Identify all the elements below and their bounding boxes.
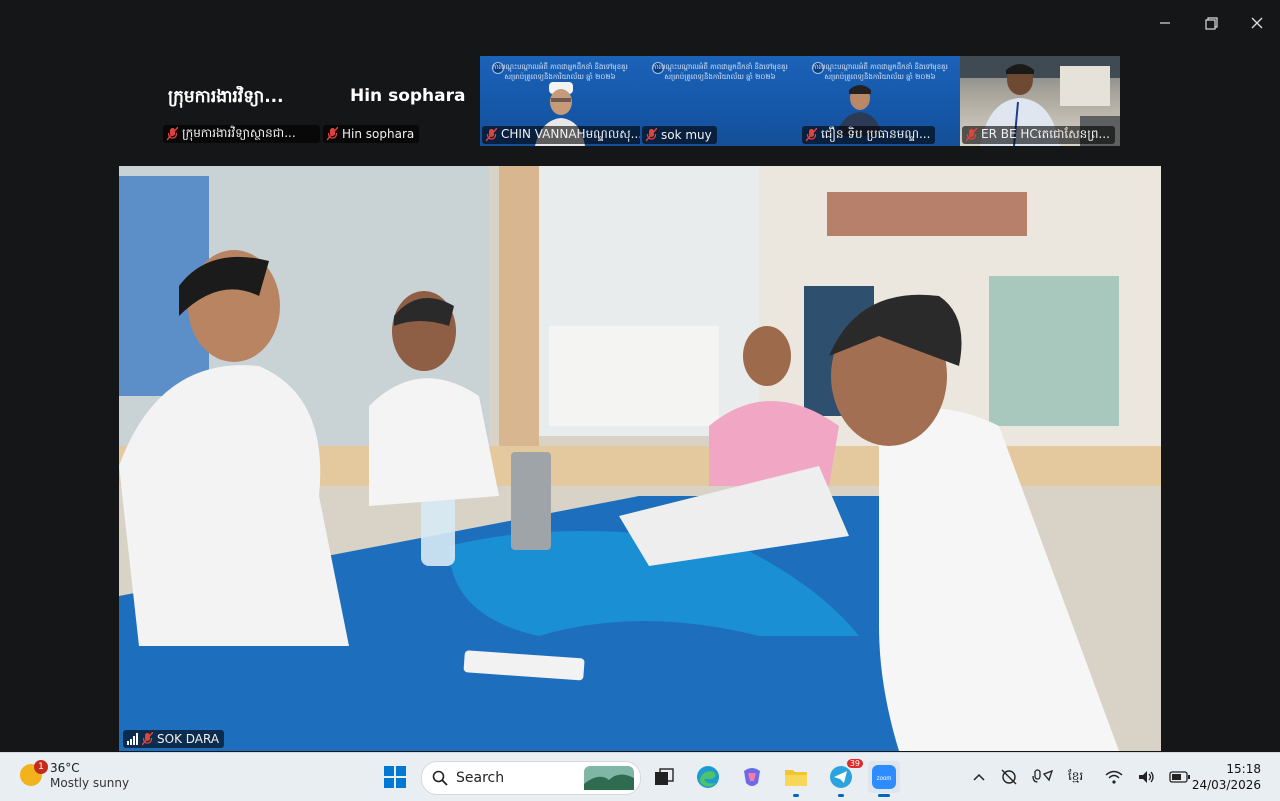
mic-muted-icon <box>806 128 817 142</box>
video-tile-label: ជឿន ទិប ប្រធានមណ្ឌ... <box>802 126 936 144</box>
language-indicator[interactable]: ខ្មែរ <box>1068 768 1083 786</box>
search-box[interactable]: Search <box>421 761 641 795</box>
signal-bars-icon <box>127 733 138 745</box>
search-highlight-icon <box>584 766 634 790</box>
speaker-label: SOK DARA <box>123 730 225 748</box>
main-speaker-video[interactable]: SOK DARA <box>119 166 1161 751</box>
active-indicator <box>878 794 890 797</box>
weather-condition: Mostly sunny <box>50 776 130 790</box>
volume-icon[interactable] <box>1137 769 1155 785</box>
start-button[interactable] <box>379 761 411 793</box>
mic-muted-icon <box>646 128 657 142</box>
minimize-button[interactable] <box>1142 8 1188 38</box>
battery-icon[interactable] <box>1169 771 1191 783</box>
mic-muted-icon <box>966 128 977 142</box>
copilot-icon <box>744 768 760 786</box>
video-tile-label: CHIN VANNAHមណ្ឌលសុ... <box>482 126 640 144</box>
taskbar: 1 36°C Mostly sunny Search 39 zoom ខ្មែរ… <box>0 752 1280 801</box>
zoom-icon: zoom <box>872 765 896 789</box>
chevron-up-icon[interactable] <box>972 772 986 782</box>
video-tiles-strip: ការបណ្តុះបណ្តាលអំពី ភាពជាអ្នកដឹកនាំ និងទ… <box>480 56 1120 146</box>
svg-text:zoom: zoom <box>877 776 892 782</box>
windows-logo-icon <box>384 766 406 788</box>
video-tile-label-text: CHIN VANNAHមណ្ឌលសុ... <box>501 127 640 141</box>
participant-label-text: Hin sophara <box>342 127 415 141</box>
participant-name-1[interactable]: ក្រុមការងារវិទ្យា... <box>168 86 318 111</box>
system-clock[interactable]: 15:18 24/03/2026 <box>1192 761 1261 793</box>
video-tile-label: ER BE HCតេជោសែនព្រ... <box>962 126 1115 144</box>
weather-sun-icon: 1 <box>20 760 48 786</box>
task-view-button[interactable] <box>648 761 680 793</box>
participant-name-2[interactable]: Hin sophara <box>350 86 465 106</box>
mic-location-icon[interactable] <box>1032 768 1054 786</box>
weather-badge: 1 <box>34 760 48 774</box>
speaker-label-text: SOK DARA <box>157 732 220 746</box>
telegram-badge: 39 <box>846 759 863 768</box>
search-icon <box>432 770 448 786</box>
clock-time: 15:18 <box>1226 762 1261 776</box>
participant-label-text: ក្រុមការងារវិទ្យាស្ថានជា... <box>182 126 296 140</box>
wifi-icon[interactable] <box>1105 769 1123 785</box>
close-button[interactable] <box>1234 8 1280 38</box>
telegram-icon <box>830 766 852 788</box>
participant-label-2: Hin sophara <box>323 125 420 143</box>
window-controls <box>1142 8 1280 38</box>
task-view-icon <box>655 768 674 785</box>
video-tile-label: sok muy <box>642 126 717 144</box>
mic-muted-icon <box>327 127 338 141</box>
video-tile-4[interactable]: ER BE HCតេជោសែនព្រ... <box>960 56 1120 146</box>
folder-icon <box>785 770 807 786</box>
video-tile-2[interactable]: ការបណ្តុះបណ្តាលអំពី ភាពជាអ្នកដឹកនាំ និងទ… <box>640 56 800 146</box>
restore-button[interactable] <box>1188 8 1234 38</box>
active-indicator <box>793 794 799 797</box>
video-tile-1[interactable]: ការបណ្តុះបណ្តាលអំពី ភាពជាអ្នកដឹកនាំ និងទ… <box>480 56 640 146</box>
weather-temp: 36°C <box>50 761 80 775</box>
weather-widget[interactable]: 1 36°C Mostly sunny <box>20 760 130 791</box>
video-tile-label-text: ER BE HCតេជោសែនព្រ... <box>981 127 1110 141</box>
clock-date: 24/03/2026 <box>1191 778 1261 792</box>
edge-button[interactable] <box>692 761 724 793</box>
video-tile-label-text: ជឿន ទិប ប្រធានមណ្ឌ... <box>821 127 931 141</box>
edge-icon <box>697 766 719 788</box>
video-tile-3[interactable]: ការបណ្តុះបណ្តាលអំពី ភាពជាអ្នកដឹកនាំ និងទ… <box>800 56 960 146</box>
mic-muted-icon <box>486 128 497 142</box>
sync-off-icon[interactable] <box>1000 768 1018 786</box>
active-indicator <box>838 794 844 797</box>
telegram-button[interactable]: 39 <box>825 759 863 797</box>
video-tile-label-text: sok muy <box>661 128 712 142</box>
zoom-button[interactable]: zoom <box>868 761 900 797</box>
copilot-button[interactable] <box>736 761 768 793</box>
search-placeholder: Search <box>456 770 505 786</box>
system-tray: ខ្មែរ <box>972 753 1191 801</box>
slide-text: ការបណ្តុះបណ្តាលអំពី ភាពជាអ្នកដឹកនាំ និងទ… <box>652 63 788 81</box>
mic-muted-icon <box>142 732 153 746</box>
mic-muted-icon <box>167 127 178 141</box>
meeting-room-scene <box>119 166 1161 751</box>
participant-label-1: ក្រុមការងារវិទ្យាស្ថានជា... <box>163 125 320 143</box>
file-explorer-button[interactable] <box>780 761 812 797</box>
